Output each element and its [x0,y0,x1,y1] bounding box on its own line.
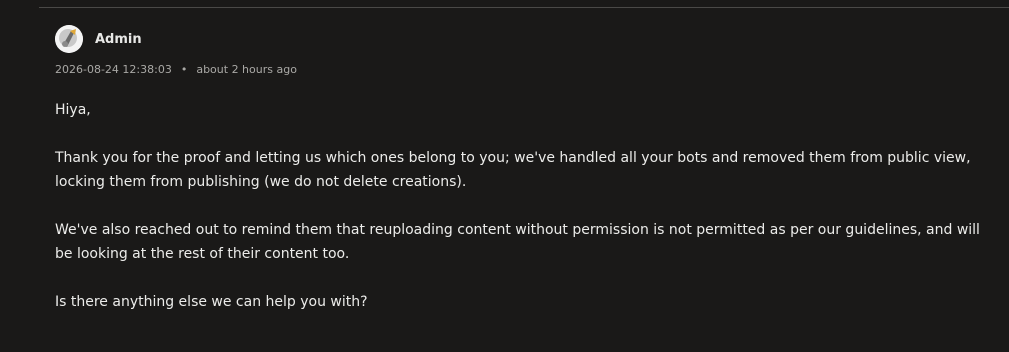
comment-header: Admin [55,24,995,54]
meta-separator: • [180,63,188,76]
top-divider [39,7,1009,8]
comment-paragraph-question: Is there anything else we can help you w… [55,294,368,310]
comment-meta: 2026-08-24 12:38:03 • about 2 hours ago [55,63,995,76]
comment-body: Hiya, Thank you for the proof and lettin… [55,98,995,314]
admin-comment: Admin 2026-08-24 12:38:03 • about 2 hour… [55,24,995,338]
comment-paragraph-guidelines: We've also reached out to remind them th… [55,222,980,262]
comment-paragraph-thanks: Thank you for the proof and letting us w… [55,150,971,190]
admin-avatar-icon[interactable] [55,25,83,53]
author-name[interactable]: Admin [95,32,142,47]
comment-paragraph-greeting: Hiya, [55,102,91,118]
comment-relative-time: about 2 hours ago [196,63,297,76]
comment-timestamp: 2026-08-24 12:38:03 [55,63,172,76]
